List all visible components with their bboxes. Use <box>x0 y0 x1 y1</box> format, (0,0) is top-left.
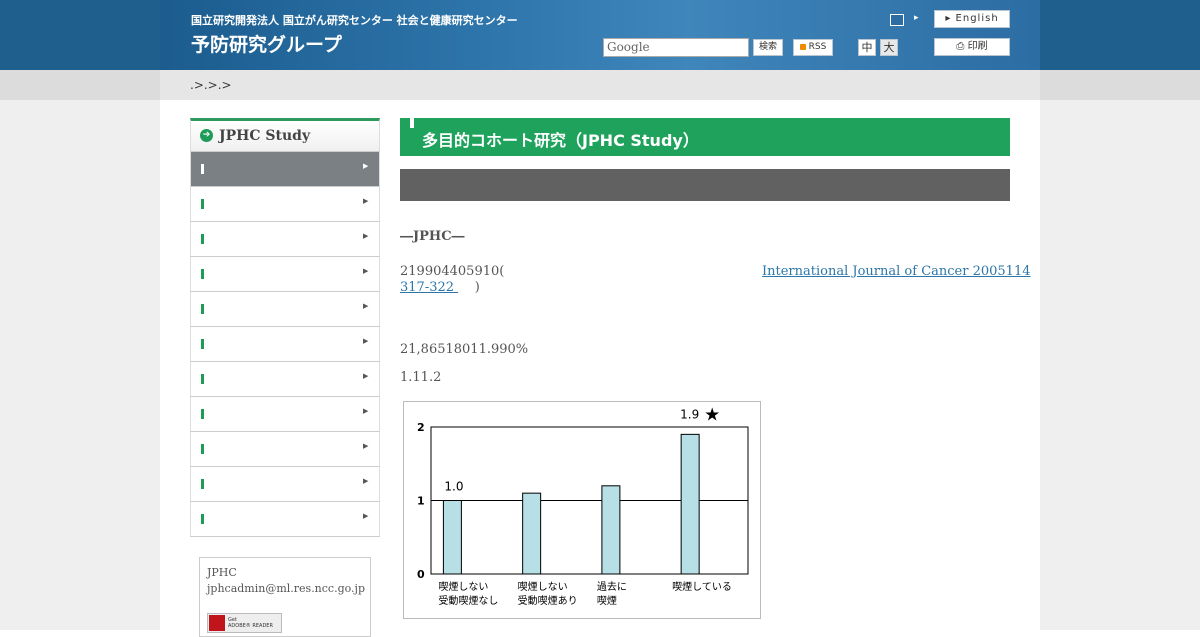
journal-link[interactable]: International Journal of Cancer 2005114 <box>762 264 1030 279</box>
article-paragraph-2: 21,86518011.990% <box>400 342 529 357</box>
journal-pages-link[interactable]: 317-322 <box>400 280 458 295</box>
adobe-logo-icon <box>209 615 225 631</box>
paragraph-close: ) <box>474 280 480 295</box>
chart-svg: 0121.0喫煙しない受動喫煙なし喫煙しない受動喫煙あり過去に喫煙1.9 ★喫煙し… <box>417 404 749 607</box>
chevron-right-icon: ▶ <box>363 267 369 275</box>
x-tick-label: 喫煙している <box>672 581 732 593</box>
relative-risk-chart: 0 1 2 1.0 喫煙しない 受動喫煙なし 喫煙しない 受動喫煙あり 過去に 喫煙 1.9 ★ 喫煙し… <box>403 401 761 619</box>
sidebar: ➔ JPHC Study ▶ ▶ ▶ ▶ ▶ ▶ ▶ ▶ ▶ ▶ ▶ <box>190 118 380 537</box>
print-label: 印刷 <box>967 41 988 52</box>
contact-name: JPHC <box>207 566 237 579</box>
sidebar-item-marker <box>201 514 204 524</box>
sidebar-item[interactable]: ▶ <box>190 362 380 397</box>
x-tick-label: 喫煙 <box>597 595 617 607</box>
breadcrumb[interactable]: .>.>.> <box>190 78 232 92</box>
sidebar-item-marker <box>201 304 204 314</box>
chart-bar <box>442 500 462 575</box>
journal-pages-line: 317-322 ) <box>400 280 480 295</box>
chevron-right-icon: ▶ <box>363 512 369 520</box>
y-tick-label: 2 <box>417 421 425 434</box>
english-button[interactable]: ▸ English <box>934 10 1010 28</box>
y-tick-label: 0 <box>417 568 425 581</box>
sidebar-item-marker <box>201 269 204 279</box>
sidebar-item-marker <box>201 479 204 489</box>
rss-label: RSS <box>808 42 827 52</box>
sidebar-item-marker <box>201 409 204 419</box>
sidebar-item-marker <box>201 444 204 454</box>
chevron-right-icon: ▶ <box>363 162 369 170</box>
contact-email[interactable]: jphcadmin@ml.res.ncc.go.jp <box>207 582 365 595</box>
sidebar-item[interactable]: ▶ <box>190 187 380 222</box>
font-size-medium-button[interactable]: 中 <box>858 39 876 56</box>
article-paragraph-1: 219904405910( <box>400 264 505 279</box>
x-tick-label: 受動喫煙なし <box>438 594 498 607</box>
chevron-right-icon: ▶ <box>363 232 369 240</box>
chevron-right-icon: ▶ <box>363 477 369 485</box>
sidebar-item[interactable]: ▶ <box>190 397 380 432</box>
x-tick-label: 受動喫煙あり <box>518 594 578 607</box>
data-label: 1.0 <box>444 480 463 494</box>
sidebar-item-marker <box>201 374 204 384</box>
adobe-badge-text: Get ADOBE® READER <box>228 617 273 629</box>
sidebar-title: JPHC Study <box>219 128 311 144</box>
chevron-right-icon: ▶ <box>363 372 369 380</box>
breadcrumb-band: .>.>.> <box>0 70 1200 100</box>
search-button[interactable]: 検索 <box>753 39 783 56</box>
sidebar-item-marker <box>201 339 204 349</box>
chevron-right-icon: ▶ <box>363 442 369 450</box>
sidebar-item-marker <box>201 199 204 209</box>
org-name[interactable]: 国立研究開発法人 国立がん研究センター 社会と健康研究センター <box>191 12 518 28</box>
sidebar-header[interactable]: ➔ JPHC Study <box>190 118 380 152</box>
chart-bar <box>601 485 621 575</box>
search-input[interactable]: Google <box>603 38 749 57</box>
print-button[interactable]: ⎙ 印刷 <box>934 38 1010 56</box>
sidebar-item[interactable]: ▶ <box>190 292 380 327</box>
sidebar-item[interactable]: ▶ <box>190 327 380 362</box>
page-title: 多目的コホート研究（JPHC Study） <box>422 131 699 150</box>
sidebar-item[interactable]: ▶ <box>190 432 380 467</box>
chart-bar <box>680 433 700 575</box>
x-tick-label: 喫煙しない <box>518 581 568 593</box>
x-tick-label: 過去に <box>597 581 627 593</box>
article-paragraph-3: 1.11.2 <box>400 370 442 385</box>
y-tick-label: 1 <box>417 495 425 508</box>
rss-icon <box>799 43 806 50</box>
title-marker <box>410 118 414 128</box>
sidebar-item[interactable]: ▶ <box>190 467 380 502</box>
chevron-right-icon: ▶ <box>363 337 369 345</box>
sidebar-item[interactable]: ▶ <box>190 257 380 292</box>
site-header: 国立研究開発法人 国立がん研究センター 社会と健康研究センター 予防研究グループ… <box>160 0 1040 70</box>
page-title-bar: 多目的コホート研究（JPHC Study） <box>400 118 1010 156</box>
sitemap-arrow-icon[interactable]: ▸ <box>914 13 919 23</box>
breadcrumb-area: .>.>.> <box>160 70 1040 100</box>
site-title[interactable]: 予防研究グループ <box>191 30 342 57</box>
sidebar-item-marker <box>201 164 204 174</box>
sidebar-item-marker <box>201 234 204 244</box>
arrow-circle-icon: ➔ <box>200 129 213 142</box>
chevron-right-icon: ▶ <box>363 407 369 415</box>
star-icon: ★ <box>704 404 720 425</box>
adobe-reader-badge[interactable]: Get ADOBE® READER <box>207 613 282 633</box>
font-size-large-button[interactable]: 大 <box>880 39 898 56</box>
contact-box: JPHC jphcadmin@ml.res.ncc.go.jp Get ADOBE… <box>199 557 371 637</box>
rss-button[interactable]: RSS <box>793 39 833 56</box>
printer-icon: ⎙ <box>956 41 965 52</box>
section-heading-bar <box>400 169 1010 201</box>
sidebar-menu: ▶ ▶ ▶ ▶ ▶ ▶ ▶ ▶ ▶ ▶ ▶ <box>190 152 380 537</box>
data-label: 1.9 <box>680 407 699 421</box>
chart-bar <box>522 492 542 575</box>
sidebar-item[interactable]: ▶ <box>190 222 380 257</box>
chevron-right-icon: ▶ <box>363 302 369 310</box>
english-label: English <box>955 13 999 24</box>
sitemap-icon[interactable] <box>890 14 904 26</box>
sidebar-item[interactable]: ▶ <box>190 502 380 537</box>
sidebar-item[interactable]: ▶ <box>190 152 380 187</box>
article-subtitle: ―JPHC― <box>400 229 465 244</box>
x-tick-label: 喫煙しない <box>438 581 488 593</box>
chevron-right-icon: ▶ <box>363 197 369 205</box>
